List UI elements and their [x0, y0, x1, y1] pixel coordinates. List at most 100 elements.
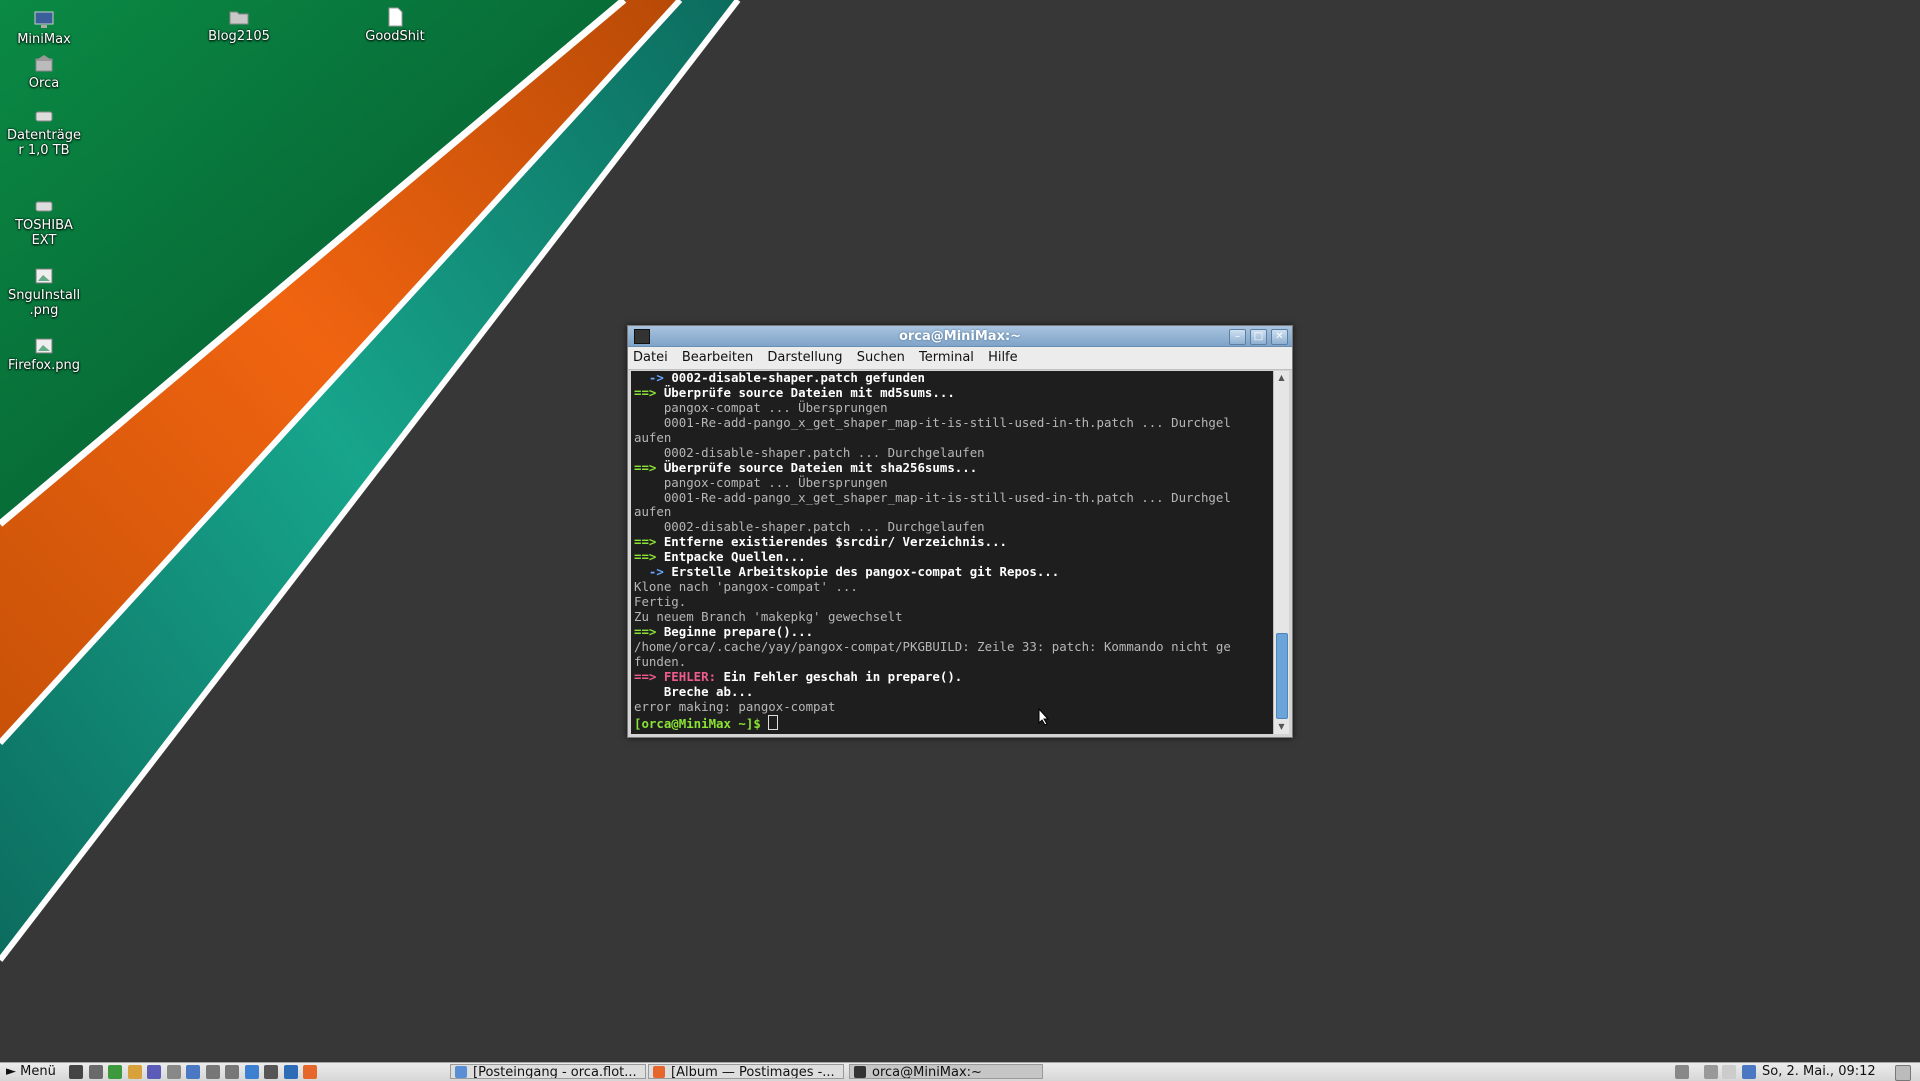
terminal-text: Breche ab...	[634, 683, 754, 699]
terminal-icon[interactable]	[69, 1065, 83, 1079]
terminal-output[interactable]: -> 0002-disable-shaper.patch gefunden ==>…	[631, 371, 1273, 734]
scrollbar-thumb[interactable]	[1276, 633, 1288, 719]
terminal-line: funden.	[634, 653, 1273, 670]
terminal-text: Entpacke Quellen...	[663, 549, 806, 565]
settings-icon[interactable]	[147, 1065, 161, 1079]
terminal-text: aufen	[634, 429, 672, 445]
taskbar-task-label: orca@MiniMax:~	[872, 1065, 982, 1079]
terminal-text: aufen	[634, 504, 672, 520]
terminal-line: ==> Entpacke Quellen...	[634, 549, 1273, 565]
calculator-icon[interactable]	[205, 1065, 220, 1079]
close-button[interactable]: ✕	[1271, 329, 1288, 345]
menu-datei[interactable]: Datei	[628, 347, 673, 365]
updates-icon[interactable]	[1742, 1065, 1756, 1079]
terminal-line: /home/orca/.cache/yay/pangox-compat/PKGB…	[634, 638, 1273, 655]
screenshot-icon[interactable]	[225, 1065, 239, 1079]
terminal-text: Erstelle Arbeitskopie des pangox-compat …	[671, 564, 1060, 580]
bluetooth-icon[interactable]	[1722, 1065, 1736, 1079]
maximize-button[interactable]: □	[1250, 329, 1267, 345]
terminal-text: ==>	[634, 534, 664, 550]
taskbar-task[interactable]: orca@MiniMax:~	[849, 1064, 1043, 1079]
home-folder-icon	[35, 55, 53, 72]
terminal-line: ==> Überprüfe source Dateien mit sha256s…	[634, 459, 1273, 476]
files-icon[interactable]	[88, 1065, 103, 1079]
terminal-line: 0002-disable-shaper.patch ... Durchgelau…	[634, 519, 1273, 535]
document-icon[interactable]	[186, 1065, 200, 1079]
terminal-text: funden.	[634, 653, 687, 669]
desktop-icon-label: Blog2105	[208, 29, 270, 44]
desktop-icon-label: Firefox.png	[8, 358, 80, 373]
terminal-text: ==>	[634, 549, 664, 565]
scroll-down-arrow-icon[interactable]: ▼	[1274, 720, 1289, 734]
scroll-up-arrow-icon[interactable]: ▲	[1274, 371, 1289, 385]
terminal-line: pangox-compat ... Übersprungen	[634, 474, 1273, 491]
menu-suchen[interactable]: Suchen	[852, 347, 910, 365]
menu-hilfe[interactable]: Hilfe	[983, 347, 1023, 365]
desktop-icon-blog2105[interactable]: Blog2105	[201, 7, 277, 44]
start-menu-button[interactable]: ► Menü	[2, 1064, 60, 1080]
terminal-text: 0002-disable-shaper.patch ... Durchgelau…	[634, 444, 985, 460]
image-file-icon	[35, 338, 53, 354]
computer-icon	[34, 11, 54, 28]
show-desktop-icon[interactable]	[1895, 1065, 1911, 1081]
menu-darstellung[interactable]: Darstellung	[762, 347, 847, 365]
terminal-window[interactable]: orca@MiniMax:~ – □ ✕ Datei Bearbeiten Da…	[627, 325, 1293, 738]
terminal-text: Zu neuem Branch 'makepkg' gewechselt	[634, 609, 903, 624]
terminal-line: 0002-disable-shaper.patch ... Durchgelau…	[634, 444, 1273, 461]
network-icon[interactable]	[108, 1065, 122, 1079]
drive-icon	[35, 201, 53, 212]
taskbar-task[interactable]: [Album — Postimages -...	[648, 1064, 844, 1079]
terminal-line: ==> FEHLER: Ein Fehler geschah in prepar…	[634, 668, 1273, 685]
drive-icon	[35, 111, 53, 122]
terminal-text: 0001-Re-add-pango_x_get_shaper_map-it-is…	[634, 414, 1231, 430]
mouse-pointer-icon	[1038, 708, 1050, 726]
terminal-text: [orca@MiniMax ~]$	[634, 715, 769, 731]
terminal-text: ->	[634, 564, 672, 580]
terminal-text: ==>	[634, 384, 664, 400]
scrollbar[interactable]: ▲ ▼	[1273, 371, 1289, 734]
terminal-icon	[854, 1066, 866, 1078]
terminal-text: Klone nach 'pangox-compat' ...	[634, 579, 858, 595]
terminal-text: pangox-compat ... Übersprungen	[634, 399, 888, 415]
desktop-icon-minimax[interactable]: MiniMax	[6, 10, 82, 47]
terminal-text: /home/orca/.cache/yay/pangox-compat/PKGB…	[634, 638, 1231, 654]
desktop-icon-snguinstall[interactable]: SnguInstall.png	[6, 266, 82, 318]
taskbar-task[interactable]: [Posteingang - orca.flot...	[450, 1064, 646, 1079]
menubar: Datei Bearbeiten Darstellung Suchen Term…	[628, 347, 1292, 370]
menu-bearbeiten[interactable]: Bearbeiten	[677, 347, 758, 365]
desktop-icon-firefox-png[interactable]: Firefox.png	[6, 336, 82, 373]
terminal-text: Ein Fehler geschah in prepare().	[716, 668, 963, 684]
firefox-icon[interactable]	[303, 1065, 317, 1079]
desktop-icon-label: Orca	[28, 76, 60, 91]
desktop-icon-toshiba[interactable]: TOSHIBA EXT	[6, 196, 82, 248]
thunderbird-icon[interactable]	[283, 1065, 298, 1079]
desktop-icon-label: SnguInstall.png	[7, 288, 81, 318]
terminal-line: -> 0002-disable-shaper.patch gefunden	[634, 371, 1273, 386]
mail-icon	[455, 1066, 467, 1078]
terminal-line: [orca@MiniMax ~]$	[634, 714, 1273, 731]
window-titlebar[interactable]: orca@MiniMax:~ – □ ✕	[628, 326, 1292, 347]
terminal-line: Breche ab...	[634, 683, 1273, 700]
terminal-text: ==>	[634, 668, 664, 684]
desktop-icon-orca[interactable]: Orca	[6, 54, 82, 91]
clock[interactable]: So, 2. Mai., 09:12	[1762, 1063, 1876, 1081]
network-tray-icon[interactable]	[1675, 1065, 1689, 1079]
desktop-icon-datentraeger[interactable]: Datenträger 1,0 TB	[6, 106, 82, 158]
terminal-line: -> Erstelle Arbeitskopie des pangox-comp…	[634, 564, 1273, 580]
archive-icon[interactable]	[166, 1065, 181, 1079]
terminal-line: ==> Überprüfe source Dateien mit md5sums…	[634, 384, 1273, 401]
taskbar-task-label: [Album — Postimages -...	[671, 1065, 835, 1079]
volume-icon[interactable]	[1704, 1065, 1718, 1079]
gimp-icon[interactable]	[264, 1065, 278, 1079]
menu-terminal[interactable]: Terminal	[914, 347, 979, 365]
terminal-text: error making: pangox-compat	[634, 698, 836, 714]
browser-icon[interactable]	[244, 1065, 259, 1079]
minimize-button[interactable]: –	[1229, 329, 1246, 345]
terminal-text: Überprüfe source Dateien mit sha256sums.…	[663, 459, 978, 475]
terminal-text: pangox-compat ... Übersprungen	[634, 474, 888, 490]
terminal-text: Beginne prepare()...	[663, 623, 814, 639]
taskbar: ► Menü [Posteingang - orca.flot... [Album…	[0, 1062, 1920, 1081]
editor-icon[interactable]	[127, 1065, 142, 1079]
document-icon	[388, 7, 403, 27]
desktop-icon-goodshit[interactable]: GoodShit	[357, 7, 433, 44]
